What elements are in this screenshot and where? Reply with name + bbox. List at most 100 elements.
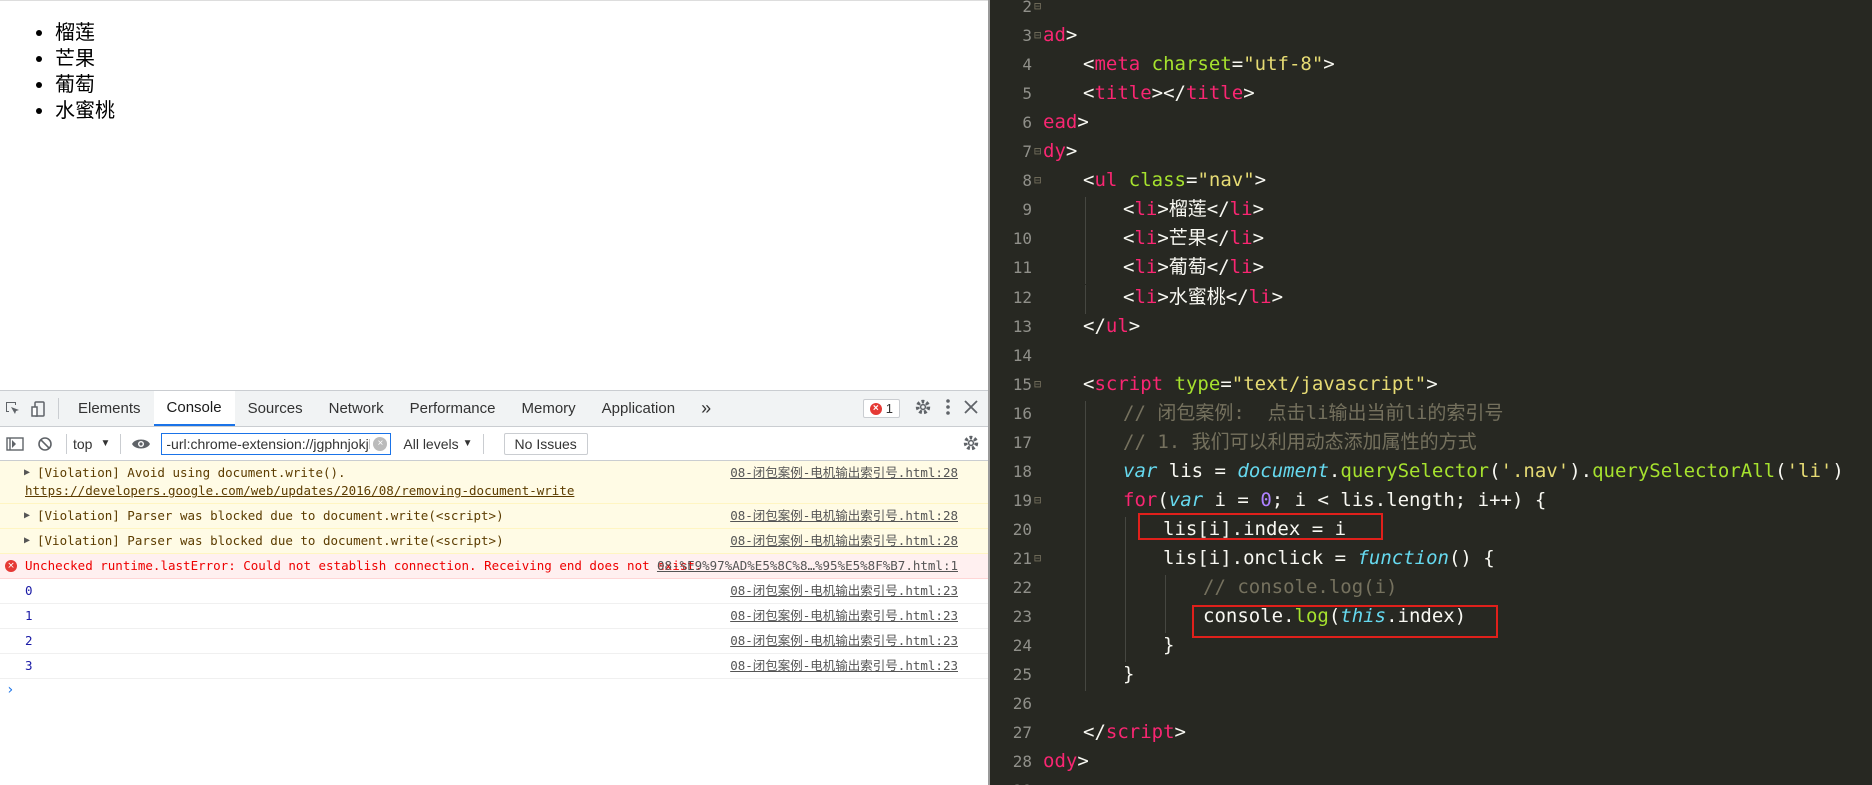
tab-performance[interactable]: Performance: [397, 391, 509, 426]
code-text: lis[i].onclick = function() {: [1163, 546, 1495, 569]
error-count-badge[interactable]: × 1: [862, 399, 900, 418]
code-line[interactable]: 12 <li>水蜜桃</li>: [990, 283, 1872, 312]
console-message-text: [Violation] Parser was blocked due to do…: [37, 508, 504, 523]
tab-memory[interactable]: Memory: [509, 391, 589, 426]
code-line[interactable]: 18 var lis = document.querySelector('.nav…: [990, 457, 1872, 486]
clear-console-icon[interactable]: [30, 436, 60, 452]
log-level-select[interactable]: All levels ▼: [403, 436, 472, 452]
console-source-link[interactable]: 08-闭包案例-电机输出索引号.html:23: [730, 582, 958, 600]
console-link[interactable]: https://developers.google.com/web/update…: [25, 483, 574, 498]
console-message-viol[interactable]: ▶ [Violation] Avoid using document.write(…: [0, 461, 988, 504]
code-line[interactable]: 21 ⊟ lis[i].onclick = function() {: [990, 544, 1872, 573]
code-text: for(var i = 0; i < lis.length; i++) {: [1123, 488, 1547, 511]
issues-button[interactable]: No Issues: [503, 432, 588, 455]
tab-application[interactable]: Application: [589, 391, 688, 426]
chevron-down-icon: ▼: [100, 438, 111, 449]
expand-triangle-icon[interactable]: ▶: [24, 507, 30, 525]
highlight-box: [1138, 513, 1383, 540]
settings-gear-icon[interactable]: [914, 398, 932, 420]
code-line[interactable]: 9 <li>榴莲</li>: [990, 195, 1872, 224]
tab-console[interactable]: Console: [153, 391, 235, 426]
indent-guide: [1085, 284, 1086, 314]
code-line[interactable]: 17 // 1. 我们可以利用动态添加属性的方式: [990, 428, 1872, 457]
console-message-log[interactable]: 3 08-闭包案例-电机输出索引号.html:23: [0, 654, 988, 679]
line-number: 10: [1012, 229, 1032, 249]
code-line[interactable]: 8 ⊟ <ul class="nav">: [990, 166, 1872, 195]
console-source-link[interactable]: 08-闭包案例-电机输出索引号.html:28: [730, 532, 958, 550]
live-expression-eye-icon[interactable]: [127, 437, 155, 451]
console-message-err[interactable]: × Unchecked runtime.lastError: Could not …: [0, 554, 988, 579]
tab-elements[interactable]: Elements: [65, 391, 154, 426]
code-line[interactable]: 26: [990, 689, 1872, 718]
console-prompt[interactable]: ›: [0, 679, 988, 701]
code-line[interactable]: 19 ⊟ for(var i = 0; i < lis.length; i++) {: [990, 486, 1872, 515]
console-message-log[interactable]: 2 08-闭包案例-电机输出索引号.html:23: [0, 629, 988, 654]
code-text: <li>葡萄</li>: [1123, 256, 1265, 279]
devtools-panel: Elements Console Sources Network Perform…: [0, 390, 988, 785]
console-message-viol[interactable]: ▶ [Violation] Parser was blocked due to d…: [0, 529, 988, 554]
indent-guide: [1125, 545, 1126, 575]
console-source-link[interactable]: 08-闭包案例-电机输出索引号.html:23: [730, 607, 958, 625]
line-number: 4: [1022, 55, 1032, 75]
context-select[interactable]: top ▼: [73, 436, 110, 452]
console-message-log[interactable]: 1 08-闭包案例-电机输出索引号.html:23: [0, 604, 988, 629]
fold-toggle-icon[interactable]: ⊟: [1034, 166, 1044, 195]
expand-triangle-icon[interactable]: ▶: [24, 532, 30, 550]
code-line[interactable]: 15 ⊟ <script type="text/javascript">: [990, 370, 1872, 399]
code-line[interactable]: 11 <li>葡萄</li>: [990, 253, 1872, 282]
device-toolbar-icon[interactable]: [26, 391, 52, 426]
code-text: // 闭包案例: 点击li输出当前li的索引号: [1123, 401, 1504, 424]
code-line[interactable]: 14: [990, 341, 1872, 370]
code-line[interactable]: 25}: [990, 660, 1872, 689]
code-line[interactable]: 22 // console.log(i): [990, 573, 1872, 602]
code-line[interactable]: 4 <meta charset="utf-8">: [990, 50, 1872, 79]
line-number: 21: [1012, 548, 1032, 568]
console-source-link[interactable]: 08-闭包案例-电机输出索引号.html:28: [730, 507, 958, 525]
fold-toggle-icon[interactable]: ⊟: [1034, 370, 1044, 399]
line-number: 16: [1012, 403, 1032, 423]
close-devtools-icon[interactable]: [964, 399, 978, 418]
context-select-value: top: [73, 435, 93, 452]
code-line[interactable]: 27 </script>: [990, 718, 1872, 747]
tab-sources[interactable]: Sources: [235, 391, 316, 426]
more-tabs-icon[interactable]: »: [688, 391, 724, 426]
console-source-link[interactable]: 08-闭包案例-电机输出索引号.html:23: [730, 632, 958, 650]
code-line[interactable]: 5 <title></title>: [990, 79, 1872, 108]
fruit-item[interactable]: 芒果: [55, 45, 988, 71]
clear-filter-icon[interactable]: ×: [373, 436, 388, 451]
console-message-viol[interactable]: ▶ [Violation] Parser was blocked due to d…: [0, 504, 988, 529]
indent-guide: [1085, 429, 1086, 459]
console-settings-gear-icon[interactable]: [962, 434, 980, 455]
tab-network[interactable]: Network: [316, 391, 397, 426]
expand-triangle-icon[interactable]: ▶: [24, 464, 30, 482]
code-line[interactable]: 28 ody>: [990, 747, 1872, 776]
code-editor[interactable]: 2 ⊟ 3 ⊟ ad> 4 <meta charset="utf-8"> 5 <title></…: [990, 0, 1872, 785]
code-line[interactable]: 7 ⊟ dy>: [990, 137, 1872, 166]
code-line[interactable]: 2 ⊟: [990, 0, 1872, 21]
fruit-item[interactable]: 榴莲: [55, 19, 988, 45]
code-text: <li>榴莲</li>: [1123, 198, 1265, 221]
code-line[interactable]: 3 ⊟ ad>: [990, 21, 1872, 50]
fold-toggle-icon[interactable]: ⊟: [1034, 486, 1044, 515]
separator: [482, 433, 484, 454]
console-message-text: [Violation] Avoid using document.write()…: [25, 465, 575, 498]
code-line[interactable]: 16 // 闭包案例: 点击li输出当前li的索引号: [990, 399, 1872, 428]
code-line[interactable]: 6 ead>: [990, 108, 1872, 137]
code-line[interactable]: 10 <li>芒果</li>: [990, 224, 1872, 253]
fold-toggle-icon[interactable]: ⊟: [1034, 544, 1044, 573]
code-line[interactable]: 29: [990, 776, 1872, 785]
console-source-link[interactable]: 08-闭包案例-电机输出索引号.html:23: [730, 657, 958, 675]
code-line[interactable]: 13 </ul>: [990, 312, 1872, 341]
kebab-menu-icon[interactable]: [940, 398, 956, 420]
inspect-element-icon[interactable]: [0, 391, 26, 426]
fold-toggle-icon[interactable]: ⊟: [1034, 0, 1044, 21]
fruit-item[interactable]: 葡萄: [55, 71, 988, 97]
filter-input[interactable]: [161, 432, 392, 455]
code-line[interactable]: 20 lis[i].index = i: [990, 515, 1872, 544]
console-source-link[interactable]: 08-闭包案例-电机输出索引号.html:28: [730, 464, 958, 482]
fruit-item[interactable]: 水蜜桃: [55, 97, 988, 123]
devtools-tabbar: Elements Console Sources Network Perform…: [0, 391, 988, 427]
console-message-log[interactable]: 0 08-闭包案例-电机输出索引号.html:23: [0, 579, 988, 604]
console-source-link[interactable]: 08-%E9%97%AD%E5%8C%8…%95%E5%8F%B7.html:1: [657, 557, 958, 575]
sidebar-toggle-icon[interactable]: [0, 436, 30, 452]
